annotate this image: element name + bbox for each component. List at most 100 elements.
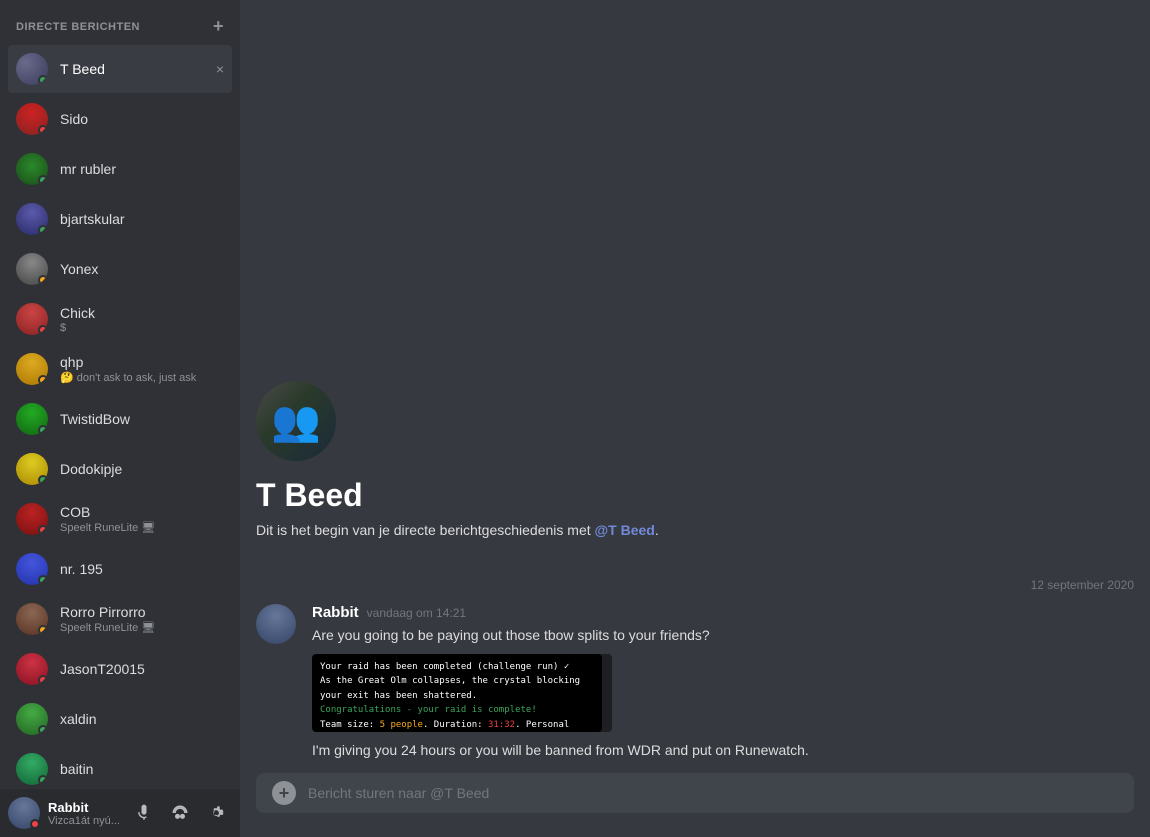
dm-avatar-rorro: [16, 603, 48, 635]
sidebar-header: DIRECTE BERICHTEN +: [0, 0, 240, 45]
dm-info-qhp: qhp 🤔 don't ask to ask, just ask: [60, 354, 224, 384]
dm-info-yonex: Yonex: [60, 261, 224, 277]
dm-name-chick: Chick: [60, 305, 224, 321]
dm-name-cob: COB: [60, 504, 224, 520]
dm-avatar-yonex: [16, 253, 48, 285]
dm-name-sido: Sido: [60, 111, 224, 127]
date-divider: 12 september 2020: [256, 562, 1134, 600]
dm-name-mrrubler: mr rubler: [60, 161, 224, 177]
dm-info-dodokipje: Dodokipje: [60, 461, 224, 477]
bottom-actions: [128, 797, 232, 829]
close-dm-tbeed[interactable]: ×: [216, 61, 224, 77]
dm-avatar-xaldin: [16, 703, 48, 735]
message-screenshot: Your raid has been completed (challenge …: [312, 654, 612, 732]
dm-info-nr195: nr. 195: [60, 561, 224, 577]
dm-status-jason: [38, 675, 48, 685]
dm-status-rorro: [38, 625, 48, 635]
message-content: Rabbit vandaag om 14:21 Are you going to…: [312, 604, 1134, 761]
message-timestamp: vandaag om 14:21: [367, 606, 466, 620]
dm-item-xaldin[interactable]: xaldin ×: [8, 695, 232, 743]
chat-profile-header: T Beed Dit is het begin van je directe b…: [256, 321, 1134, 562]
chat-profile-mention: @T Beed: [595, 522, 655, 538]
message-header: Rabbit vandaag om 14:21: [312, 604, 1134, 621]
dm-item-baitin[interactable]: baitin ×: [8, 745, 232, 789]
dm-info-jason: JasonT20015: [60, 661, 224, 677]
dm-name-bjartskular: bjartskular: [60, 211, 224, 227]
dm-info-mrrubler: mr rubler: [60, 161, 224, 177]
settings-button[interactable]: [200, 797, 232, 829]
dm-info-bjartskular: bjartskular: [60, 211, 224, 227]
chat-messages: T Beed Dit is het begin van je directe b…: [240, 0, 1150, 773]
dm-info-rorro: Rorro Pirrorro Speelt RuneLite 🖥: [60, 604, 224, 634]
sidebar-header-title: DIRECTE BERICHTEN: [16, 21, 140, 33]
dm-status-sido: [38, 125, 48, 135]
add-attachment-button[interactable]: +: [272, 781, 296, 805]
dm-avatar-twistidbow: [16, 403, 48, 435]
dm-avatar-cob: [16, 503, 48, 535]
dm-name-rorro: Rorro Pirrorro: [60, 604, 224, 620]
dm-item-yonex[interactable]: Yonex ×: [8, 245, 232, 293]
dm-item-tbeed[interactable]: T Beed ×: [8, 45, 232, 93]
dm-status-chick: [38, 325, 48, 335]
dm-item-mrrubler[interactable]: mr rubler ×: [8, 145, 232, 193]
chat-area: T Beed Dit is het begin van je directe b…: [240, 0, 1150, 837]
dm-status-qhp: [38, 375, 48, 385]
dm-sub-qhp: 🤔 don't ask to ask, just ask: [60, 371, 224, 384]
dm-name-jason: JasonT20015: [60, 661, 224, 677]
dm-sub-cob: Speelt RuneLite 🖥: [60, 521, 224, 534]
message-text: Are you going to be paying out those tbo…: [312, 625, 1134, 646]
message-author: Rabbit: [312, 604, 359, 621]
dm-avatar-sido: [16, 103, 48, 135]
bottom-user-tag: Vizca1át nyú...: [48, 815, 120, 827]
dm-avatar-bjartskular: [16, 203, 48, 235]
dm-avatar-tbeed: [16, 53, 48, 85]
dm-status-bjartskular: [38, 225, 48, 235]
bottom-avatar: [8, 797, 40, 829]
message-avatar: [256, 604, 296, 644]
dm-status-tbeed: [38, 75, 48, 85]
game-screenshot-content: Your raid has been completed (challenge …: [312, 654, 602, 732]
bottom-user-info: Rabbit Vizca1át nyú...: [48, 800, 120, 827]
dm-item-cob[interactable]: COB Speelt RuneLite 🖥 ×: [8, 495, 232, 543]
dm-info-chick: Chick $: [60, 305, 224, 334]
dm-item-nr195[interactable]: nr. 195 ×: [8, 545, 232, 593]
dm-item-bjartskular[interactable]: bjartskular ×: [8, 195, 232, 243]
dm-info-sido: Sido: [60, 111, 224, 127]
chat-profile-desc: Dit is het begin van je directe berichtg…: [256, 522, 1134, 538]
dm-item-jason[interactable]: JasonT20015 ×: [8, 645, 232, 693]
dm-info-cob: COB Speelt RuneLite 🖥: [60, 504, 224, 534]
chat-profile-avatar: [256, 381, 336, 461]
dm-info-tbeed: T Beed: [60, 61, 224, 77]
dm-status-dodokipje: [38, 475, 48, 485]
dm-name-dodokipje: Dodokipje: [60, 461, 224, 477]
dm-item-qhp[interactable]: qhp 🤔 don't ask to ask, just ask ×: [8, 345, 232, 393]
dm-avatar-mrrubler: [16, 153, 48, 185]
dm-item-dodokipje[interactable]: Dodokipje ×: [8, 445, 232, 493]
dm-avatar-jason: [16, 653, 48, 685]
dm-status-yonex: [38, 275, 48, 285]
sidebar: DIRECTE BERICHTEN + T Beed × Sido ×: [0, 0, 240, 837]
dm-avatar-qhp: [16, 353, 48, 385]
dm-sub-rorro: Speelt RuneLite 🖥: [60, 621, 224, 634]
dm-sub-chick: $: [60, 322, 224, 334]
dm-item-rorro[interactable]: Rorro Pirrorro Speelt RuneLite 🖥 ×: [8, 595, 232, 643]
mute-button[interactable]: [128, 797, 160, 829]
dm-name-twistidbow: TwistidBow: [60, 411, 224, 427]
dm-item-twistidbow[interactable]: TwistidBow ×: [8, 395, 232, 443]
dm-list: T Beed × Sido × mr rubler ×: [0, 45, 240, 789]
add-dm-button[interactable]: +: [213, 16, 224, 37]
chat-input-box: +: [256, 773, 1134, 813]
threat-message: I'm giving you 24 hours or you will be b…: [312, 740, 1134, 761]
dm-name-tbeed: T Beed: [60, 61, 224, 77]
dm-info-twistidbow: TwistidBow: [60, 411, 224, 427]
dm-item-chick[interactable]: Chick $ ×: [8, 295, 232, 343]
dm-name-xaldin: xaldin: [60, 711, 224, 727]
deafen-button[interactable]: [164, 797, 196, 829]
dm-name-qhp: qhp: [60, 354, 224, 370]
chat-input[interactable]: [308, 773, 1118, 813]
dm-info-xaldin: xaldin: [60, 711, 224, 727]
sidebar-bottom: Rabbit Vizca1át nyú...: [0, 789, 240, 837]
message-group: Rabbit vandaag om 14:21 Are you going to…: [256, 600, 1134, 765]
dm-name-yonex: Yonex: [60, 261, 224, 277]
dm-item-sido[interactable]: Sido ×: [8, 95, 232, 143]
